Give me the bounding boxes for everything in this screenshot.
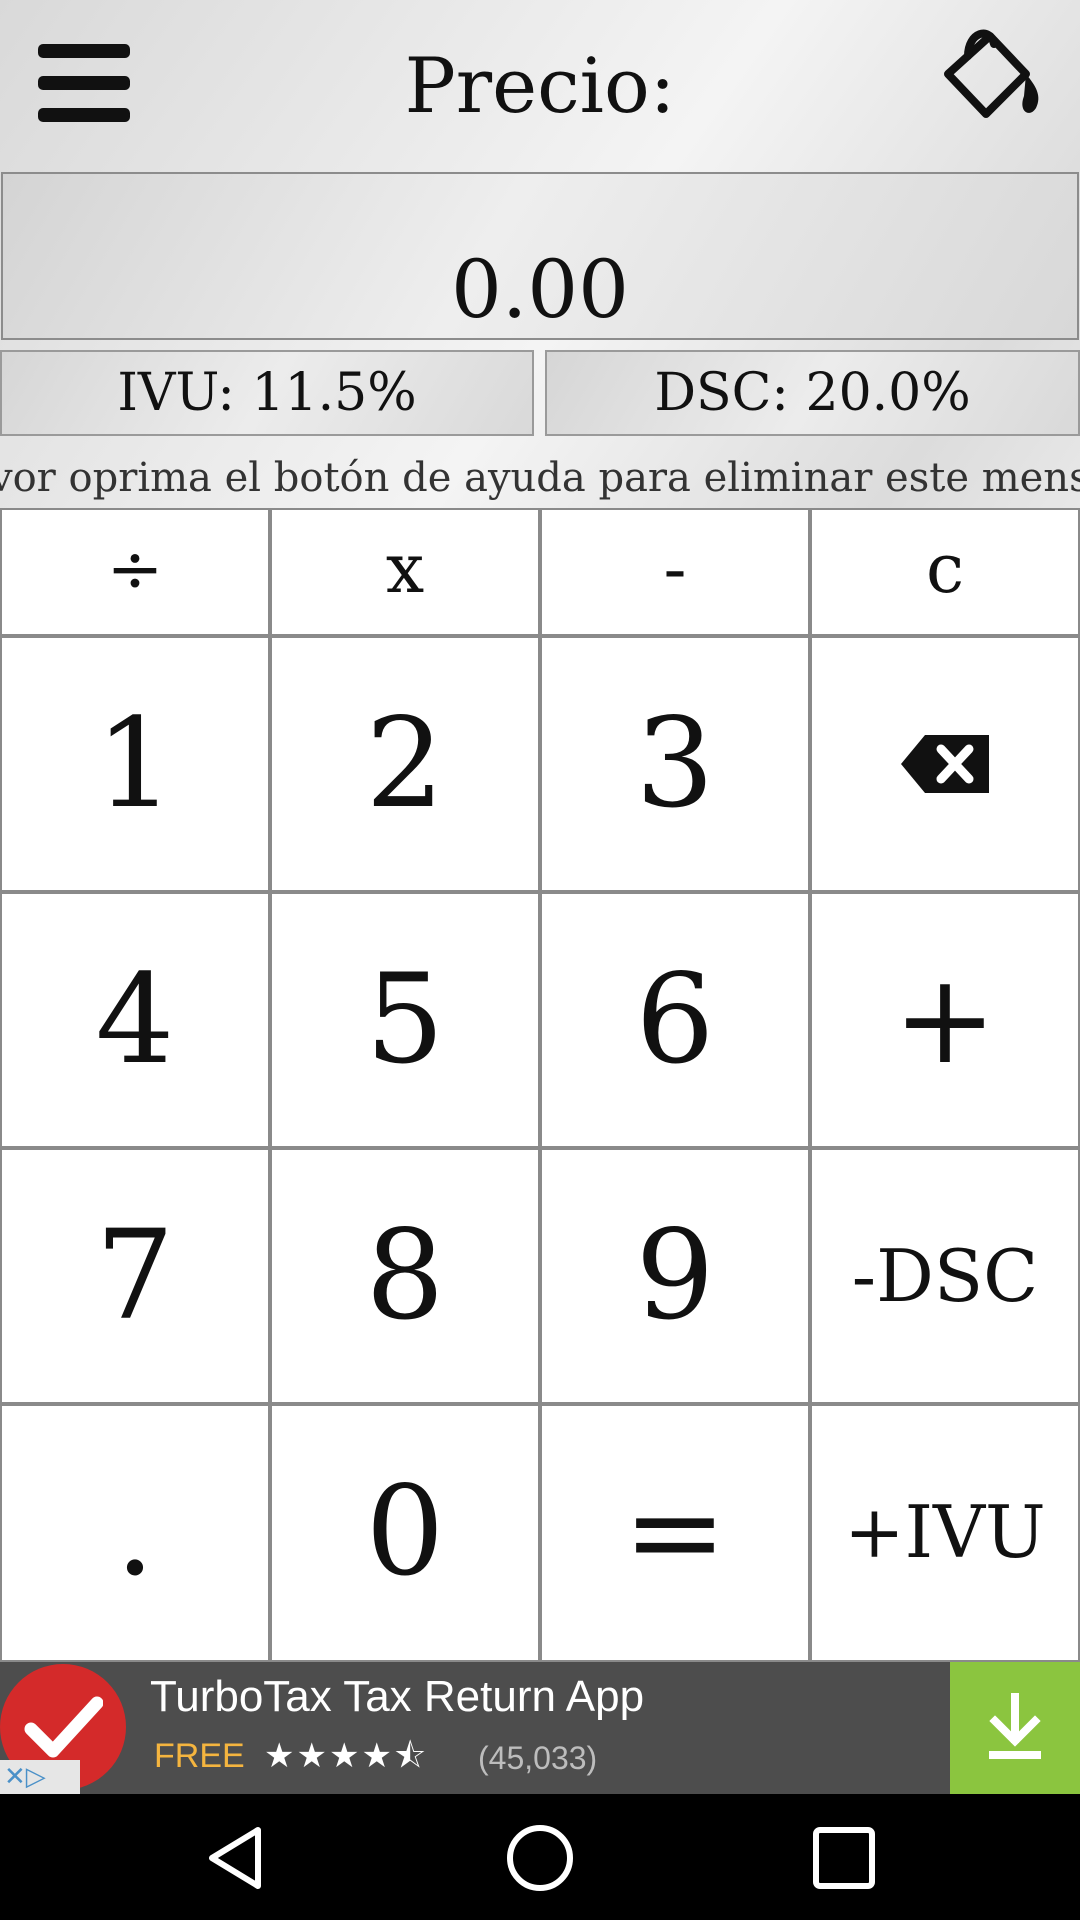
digit-4-button[interactable]: 4 <box>0 892 270 1148</box>
digit-5-button[interactable]: 5 <box>270 892 540 1148</box>
clear-button[interactable]: c <box>810 508 1080 636</box>
keypad: ÷ x - c 1 2 3 4 5 6 + 7 8 9 -DSC . 0 = +… <box>0 508 1080 1662</box>
checkmark-icon <box>24 1696 103 1758</box>
help-marquee: vor oprima el botón de ayuda para elimin… <box>0 452 1080 504</box>
digit-0-label: 0 <box>365 1460 445 1604</box>
digit-5-label: 5 <box>365 948 445 1092</box>
digit-1-label: 1 <box>95 692 175 836</box>
price-display: 0.00 <box>1 172 1079 340</box>
plus-button[interactable]: + <box>810 892 1080 1148</box>
plus-label: + <box>893 948 997 1092</box>
plus-ivu-label: +IVU <box>844 1490 1046 1574</box>
ad-rating-count: (45,033) <box>478 1740 598 1776</box>
clear-label: c <box>925 530 965 609</box>
digit-1-button[interactable]: 1 <box>0 636 270 892</box>
equals-button[interactable]: = <box>540 1404 810 1662</box>
ad-rating-stars: ★★★★⯪ <box>264 1736 429 1776</box>
display-value: 0.00 <box>450 243 630 336</box>
ad-close-icon[interactable]: ✕▷ <box>0 1760 80 1794</box>
minus-dsc-label: -DSC <box>851 1234 1039 1318</box>
minus-dsc-button[interactable]: -DSC <box>810 1148 1080 1404</box>
multiply-button[interactable]: x <box>270 508 540 636</box>
divide-button[interactable]: ÷ <box>0 508 270 636</box>
calculator-app: Precio: 0.00 IVU: 11.5% DSC: 20.0% vor o… <box>0 0 1080 1662</box>
digit-3-button[interactable]: 3 <box>540 636 810 892</box>
decimal-point-label: . <box>115 1460 155 1604</box>
minus-label: - <box>663 530 687 609</box>
ad-price: FREE <box>154 1737 245 1775</box>
digit-2-button[interactable]: 2 <box>270 636 540 892</box>
equals-label: = <box>623 1460 727 1604</box>
minus-button[interactable]: - <box>540 508 810 636</box>
backspace-icon <box>901 735 989 793</box>
ad-download-button[interactable] <box>950 1662 1080 1794</box>
multiply-label: x <box>385 530 425 609</box>
ad-banner[interactable]: TurboTax Tax Return App FREE ★★★★⯪ (45,0… <box>0 1662 1080 1794</box>
digit-7-button[interactable]: 7 <box>0 1148 270 1404</box>
paint-bucket-icon[interactable] <box>938 22 1050 126</box>
back-icon[interactable] <box>200 1822 272 1894</box>
backspace-button[interactable] <box>810 636 1080 892</box>
header: Precio: <box>0 0 1080 170</box>
digit-6-button[interactable]: 6 <box>540 892 810 1148</box>
navigation-bar <box>0 1794 1080 1920</box>
page-title: Precio: <box>404 41 676 130</box>
digit-0-button[interactable]: 0 <box>270 1404 540 1662</box>
marquee-text: vor oprima el botón de ayuda para elimin… <box>0 455 1080 501</box>
digit-9-label: 9 <box>635 1204 715 1348</box>
digit-3-label: 3 <box>635 692 715 836</box>
decimal-point-button[interactable]: . <box>0 1404 270 1662</box>
digit-8-button[interactable]: 8 <box>270 1148 540 1404</box>
recents-icon[interactable] <box>808 1822 880 1894</box>
ad-title: TurboTax Tax Return App <box>150 1672 645 1721</box>
divide-label: ÷ <box>106 530 164 609</box>
digit-8-label: 8 <box>365 1204 445 1348</box>
digit-7-label: 7 <box>95 1204 175 1348</box>
digit-4-label: 4 <box>95 948 175 1092</box>
plus-ivu-button[interactable]: +IVU <box>810 1404 1080 1662</box>
digit-9-button[interactable]: 9 <box>540 1148 810 1404</box>
digit-6-label: 6 <box>635 948 715 1092</box>
dsc-rate-button[interactable]: DSC: 20.0% <box>545 350 1080 436</box>
home-icon[interactable] <box>504 1822 576 1894</box>
digit-2-label: 2 <box>365 692 445 836</box>
ivu-rate-button[interactable]: IVU: 11.5% <box>0 350 534 436</box>
download-icon <box>989 1693 1041 1759</box>
